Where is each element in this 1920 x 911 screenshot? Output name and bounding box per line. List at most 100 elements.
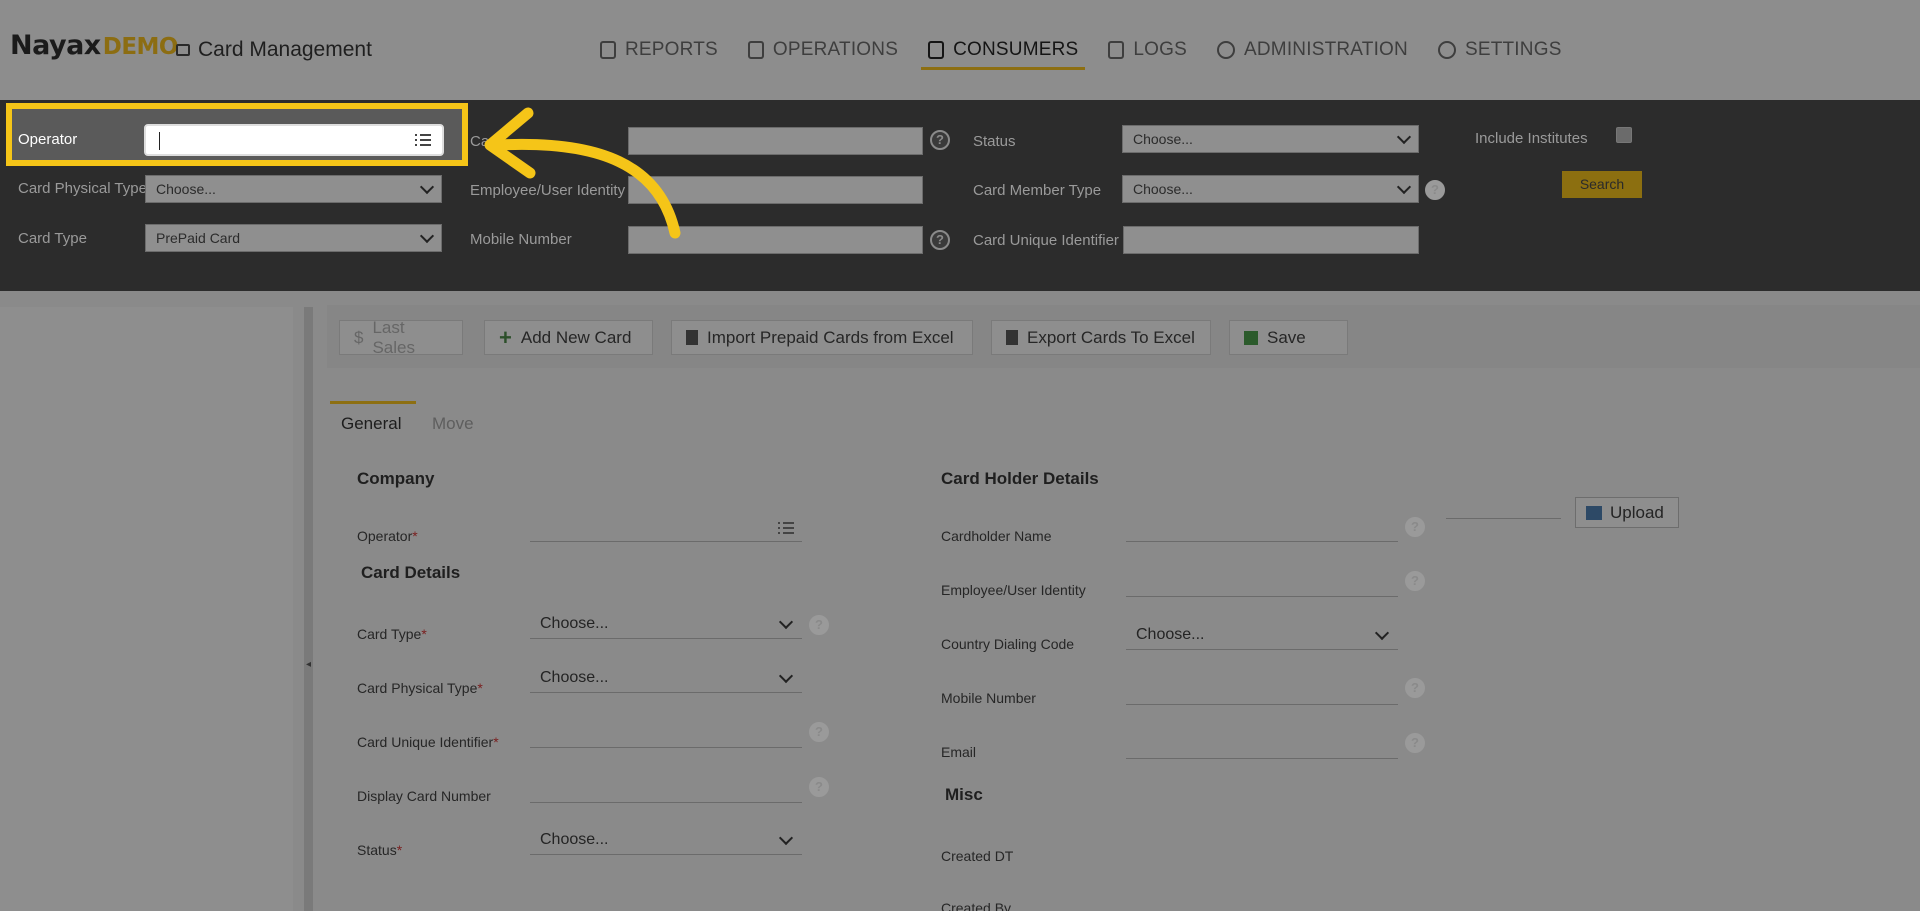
filter-status-select[interactable]: Choose...	[1122, 125, 1419, 153]
last-sales-button[interactable]: $ Last Sales	[339, 317, 463, 357]
display-card-number-label: Display Card Number	[357, 788, 491, 804]
employee-identity-help-icon[interactable]: ?	[1405, 571, 1425, 591]
display-card-number-help-icon[interactable]: ?	[809, 777, 829, 797]
filter-card-physical-type-select[interactable]: Choose...	[145, 175, 442, 203]
chevron-down-icon	[1396, 129, 1412, 145]
nav-reports[interactable]: REPORTS	[585, 0, 733, 100]
chevron-down-icon	[778, 614, 794, 630]
card-physical-type-label: Card Physical Type*	[357, 680, 483, 696]
report-icon	[600, 41, 616, 59]
add-new-card-button[interactable]: + Add New Card	[484, 320, 653, 355]
card-type-help-icon[interactable]: ?	[809, 615, 829, 635]
nav-settings[interactable]: SETTINGS	[1423, 0, 1577, 100]
card-type-select[interactable]: Choose...	[530, 611, 802, 639]
nav-operations-label: OPERATIONS	[772, 39, 899, 60]
export-excel-label: Export Cards To Excel	[1027, 327, 1195, 347]
operator-input[interactable]	[530, 516, 802, 542]
chevron-down-icon	[1374, 625, 1390, 641]
collapse-arrow-icon[interactable]: ◂	[306, 659, 311, 670]
card-member-type-help-icon[interactable]: ?	[1425, 180, 1445, 200]
nav-reports-label: REPORTS	[625, 39, 718, 60]
operator-label-text: Operator	[357, 528, 413, 544]
include-institutes-checkbox[interactable]	[1616, 127, 1632, 143]
created-by-label: Created By	[941, 900, 1012, 911]
top-bar: NayaxDEMO Card Management REPORTS OPERAT…	[0, 0, 1920, 100]
chevron-down-icon	[778, 668, 794, 684]
chevron-down-icon	[1396, 179, 1412, 195]
image-preview-placeholder	[1446, 518, 1561, 519]
filter-card-unique-identifier-label: Card Unique Identifier	[973, 232, 1119, 249]
import-excel-button[interactable]: Import Prepaid Cards from Excel	[671, 320, 973, 355]
export-excel-button[interactable]: Export Cards To Excel	[991, 320, 1211, 355]
nayax-logo[interactable]: NayaxDEMO	[10, 30, 178, 61]
filter-card-unique-identifier-input[interactable]	[1123, 226, 1419, 254]
filter-operator-input[interactable]	[144, 124, 444, 156]
filter-card-type-select[interactable]: PrePaid Card	[145, 224, 442, 252]
nav-consumers-label: CONSUMERS	[953, 39, 1079, 60]
mobile-number-label: Mobile Number	[941, 690, 1036, 706]
panel-splitter[interactable]: ◂	[304, 307, 313, 911]
import-excel-label: Import Prepaid Cards from Excel	[707, 327, 954, 347]
card-type-label: Card Type*	[357, 626, 427, 642]
required-mark: *	[421, 626, 427, 642]
display-card-number-input[interactable]	[530, 777, 802, 803]
logo-demo-text: DEMO	[102, 34, 179, 60]
logo-text: Nayax	[10, 30, 101, 61]
nav-administration[interactable]: ADMINISTRATION	[1202, 0, 1423, 100]
country-code-select[interactable]: Choose...	[1126, 622, 1398, 650]
required-mark: *	[412, 528, 418, 544]
gauge-icon	[1217, 41, 1235, 59]
mobile-number-input[interactable]	[1126, 679, 1398, 705]
nav-consumers[interactable]: CONSUMERS	[913, 0, 1093, 100]
filter-card-physical-type-value: Choose...	[156, 181, 216, 197]
status-select[interactable]: Choose...	[530, 827, 802, 855]
filter-card-member-type-select[interactable]: Choose...	[1122, 175, 1419, 203]
filter-card-member-type-label: Card Member Type	[973, 182, 1102, 199]
app-title: Card Management	[176, 38, 372, 62]
tab-move[interactable]: Move	[432, 414, 474, 434]
required-mark: *	[396, 842, 403, 858]
card-type-label-text: Card Type	[357, 626, 422, 642]
card-physical-type-select[interactable]: Choose...	[530, 665, 802, 693]
nav-logs[interactable]: LOGS	[1093, 0, 1202, 100]
card-unique-identifier-input[interactable]	[530, 722, 802, 748]
upload-icon	[1586, 505, 1602, 520]
cardholder-name-input[interactable]	[1126, 516, 1398, 542]
card-unique-identifier-help-icon[interactable]: ?	[809, 722, 829, 742]
card-physical-type-value: Choose...	[540, 669, 609, 686]
save-icon	[1244, 330, 1258, 345]
filter-card-help-icon[interactable]: ?	[930, 130, 950, 150]
save-button[interactable]: Save	[1229, 320, 1348, 355]
filter-operator-label: Operator	[18, 131, 78, 148]
tab-general[interactable]: General	[341, 414, 401, 434]
employee-identity-input[interactable]	[1126, 571, 1398, 597]
save-label: Save	[1267, 327, 1306, 347]
card-physical-type-label-text: Card Physical Type	[357, 680, 478, 696]
filter-card-physical-type-label: Card Physical Type	[18, 180, 147, 197]
mobile-number-help-icon[interactable]: ?	[930, 230, 950, 250]
add-new-card-label: Add New Card	[520, 327, 632, 347]
list-icon[interactable]	[778, 522, 794, 534]
nav-logs-label: LOGS	[1133, 39, 1187, 60]
active-tab-indicator	[330, 401, 416, 404]
left-panel	[0, 307, 293, 911]
list-icon[interactable]	[415, 134, 431, 146]
employee-identity-label: Employee/User Identity	[941, 582, 1086, 598]
company-section-title: Company	[357, 469, 435, 488]
annotation-arrow	[484, 107, 681, 239]
email-input[interactable]	[1126, 733, 1398, 759]
cardholder-name-label: Cardholder Name	[941, 528, 1052, 544]
status-label-text: Status	[357, 842, 397, 858]
cardholder-name-help-icon[interactable]: ?	[1405, 517, 1425, 537]
card-holder-section-title: Card Holder Details	[941, 469, 1099, 488]
nav-settings-label: SETTINGS	[1464, 39, 1562, 60]
email-help-icon[interactable]: ?	[1405, 733, 1425, 753]
nav-operations[interactable]: OPERATIONS	[733, 0, 913, 100]
gear-icon	[1437, 41, 1456, 59]
consumer-icon	[928, 41, 945, 59]
created-dt-label: Created DT	[941, 848, 1014, 864]
last-sales-label: Last Sales	[372, 317, 415, 357]
search-button[interactable]: Search	[1562, 171, 1642, 198]
upload-button[interactable]: Upload	[1575, 497, 1679, 528]
mobile-number-help-icon[interactable]: ?	[1405, 678, 1425, 698]
